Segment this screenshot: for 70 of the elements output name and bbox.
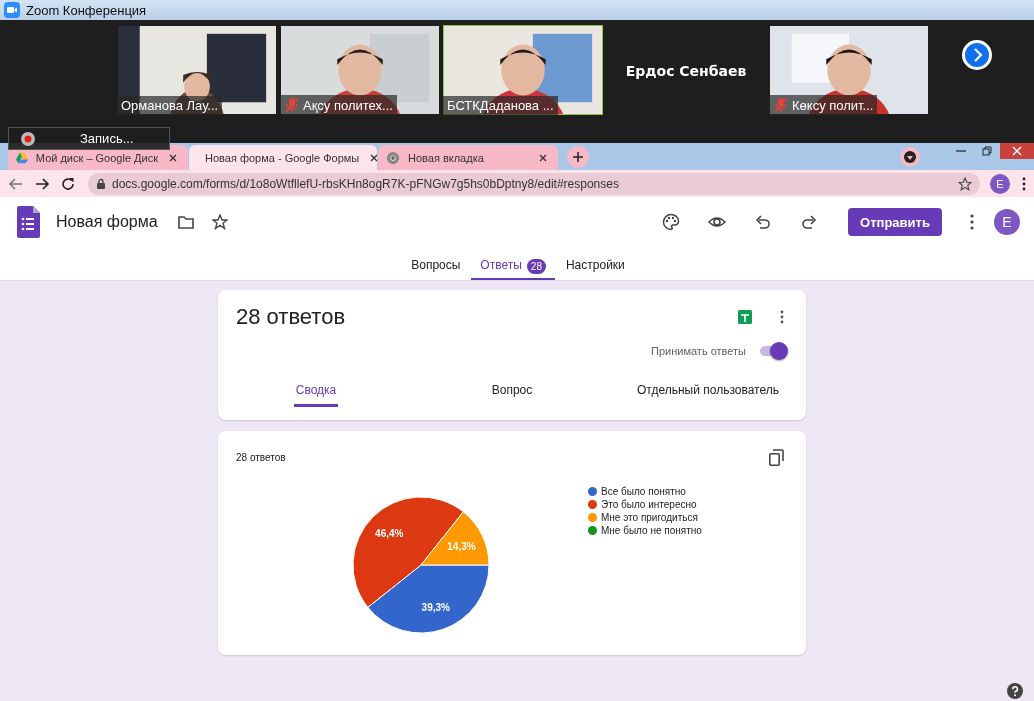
close-icon (1011, 145, 1023, 157)
participant-name: БСТКДаданова ... (443, 96, 558, 115)
view-tab[interactable]: Сводка (218, 374, 414, 408)
more-vertical-icon (780, 310, 784, 324)
slice-label: 14,3% (447, 540, 476, 552)
form-tab[interactable]: Вопросы (402, 249, 470, 280)
browser-logo-icon (386, 150, 400, 165)
view-tab[interactable]: Вопрос (414, 374, 610, 408)
form-title[interactable]: Новая форма (56, 213, 158, 231)
legend-label: Мне это пригодиться (601, 512, 698, 523)
copy-icon (768, 449, 784, 466)
undo-icon (754, 213, 772, 231)
redo-icon (800, 213, 818, 231)
restore-icon (981, 145, 993, 157)
drive-logo-icon (16, 150, 28, 165)
legend-dot (588, 500, 597, 509)
recording-indicator: Запись... (8, 127, 170, 150)
legend-label: Мне было не понятно (601, 525, 702, 536)
star-icon (211, 214, 228, 230)
plus-icon (572, 151, 584, 163)
send-button[interactable]: Отправить (848, 208, 942, 236)
arrow-right-icon (34, 175, 50, 192)
lock-icon (96, 177, 106, 190)
record-icon (20, 130, 36, 147)
account-avatar[interactable]: E (994, 209, 1020, 235)
close-icon (168, 152, 178, 163)
response-count: 28 ответов (236, 452, 287, 463)
accept-responses-toggle[interactable] (758, 342, 788, 360)
address-bar[interactable]: docs.google.com/forms/d/1o8oWtfllefU-rbsKHn8ogR7K-pFNGw7g5hs0bDptny8/edit#responses (88, 172, 980, 195)
close-icon (369, 152, 380, 163)
view-tab[interactable]: Отдельный пользователь (610, 374, 806, 408)
close-icon (538, 152, 548, 163)
participant-name: Ақсу политех... (280, 95, 397, 115)
slice-label: 39,3% (421, 602, 450, 614)
form-tab[interactable]: Ответы 28 (471, 249, 555, 280)
next-page-button[interactable] (962, 40, 992, 70)
palette-icon (662, 213, 680, 231)
legend-dot (588, 526, 597, 535)
new-tab-button[interactable] (567, 146, 589, 168)
window-title: Zoom Конференция (26, 2, 147, 18)
spreadsheet-icon (738, 310, 752, 324)
slice-label: 46,4% (375, 528, 404, 540)
arrow-left-icon (8, 175, 24, 192)
more-vertical-icon (970, 214, 974, 230)
participant-name: Көксу полит... (769, 95, 878, 115)
folder-icon (177, 214, 194, 230)
close-window-button[interactable] (1000, 143, 1034, 159)
help-icon (1007, 683, 1023, 699)
count-badge: 28 (526, 259, 546, 274)
reload-icon (60, 175, 76, 192)
star-icon (958, 176, 972, 191)
legend-label: Это было интересно (601, 499, 697, 510)
legend-label: Все было понятно (601, 486, 686, 497)
browser-tab[interactable]: Новая форма - Google Формы (189, 145, 377, 170)
more-vertical-icon (1022, 176, 1026, 191)
forms-logo-icon (17, 206, 40, 238)
minimize-icon (956, 150, 966, 152)
legend-dot (588, 487, 597, 496)
responses-count-title: 28 ответов (236, 304, 347, 330)
participant-name: Ердос Сенбаев (625, 63, 747, 79)
profile-avatar[interactable]: E (990, 173, 1010, 194)
legend-dot (588, 513, 597, 522)
participant-name: Орманова Лау... (117, 96, 223, 115)
form-tab[interactable]: Настройки (556, 249, 634, 280)
browser-tab[interactable]: Новая вкладка (378, 145, 558, 170)
zoom-logo-icon (4, 2, 20, 18)
caret-down-icon (904, 151, 916, 163)
accept-responses-label: Принимать ответы (651, 345, 746, 357)
help-button[interactable] (1007, 683, 1023, 699)
tab-search-button[interactable] (900, 147, 920, 167)
